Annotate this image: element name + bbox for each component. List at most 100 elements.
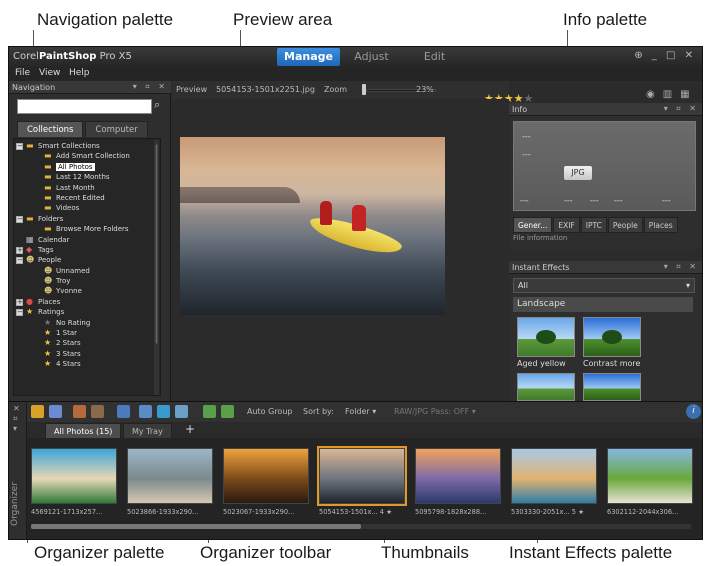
thumbnail[interactable] [511, 448, 597, 504]
collapse-icon[interactable]: − [16, 143, 23, 150]
rotate-left-icon[interactable] [203, 405, 216, 418]
tab-iptc[interactable]: IPTC [580, 217, 607, 233]
collection-icon: ▬ [44, 161, 52, 171]
person-icon[interactable] [117, 405, 130, 418]
tab-collections[interactable]: Collections [17, 121, 84, 137]
organizer-panel-controls[interactable]: ✕ ⌗ ▾ [13, 404, 20, 434]
collection-icon: ▬ [44, 192, 52, 202]
tree-item[interactable]: − ▬ Folders [14, 214, 160, 225]
thumbnail[interactable] [607, 448, 693, 504]
preview-label: Preview [176, 85, 208, 94]
organizer-side-bar[interactable]: ✕ ⌗ ▾ Organizer [9, 402, 27, 539]
tab-manage[interactable]: Manage [277, 48, 340, 66]
tab-all-photos[interactable]: All Photos (15) [45, 423, 122, 438]
tree-item[interactable]: ▬ Videos [14, 204, 160, 214]
effects-panel-controls[interactable]: ▾ ⌗ ✕ [664, 262, 699, 272]
effect-contrast-more[interactable] [583, 317, 641, 357]
tree-item[interactable]: ☻ Unnamed [14, 266, 160, 277]
tree-item[interactable]: ★ 4 Stars [14, 360, 160, 370]
tree-item-label: No Rating [56, 318, 91, 327]
effect-thumb-4[interactable] [583, 373, 641, 401]
tree-item-label: All Photos [56, 162, 95, 171]
collapse-icon[interactable]: − [16, 215, 23, 223]
tree-item[interactable]: ▬ Add Smart Collection [14, 152, 160, 162]
effect-thumb-3[interactable] [517, 373, 575, 401]
list-view-icon[interactable] [49, 405, 62, 418]
title-bar: CorelPaintShop Pro X5 Manage Adjust Edit… [9, 47, 702, 67]
thumbnail[interactable] [223, 448, 309, 504]
tab-general[interactable]: Gener... [513, 217, 553, 233]
brush-icon[interactable] [73, 405, 86, 418]
tree-item[interactable]: ★ 3 Stars [14, 349, 160, 360]
effect-aged-yellow[interactable] [517, 317, 575, 357]
tree-item[interactable]: + ● Places [14, 297, 160, 308]
thumbnail[interactable] [31, 448, 117, 504]
batch-icon[interactable] [139, 405, 152, 418]
tree-item[interactable]: ▬ Recent Edited [14, 192, 160, 204]
menu-view[interactable]: View [39, 68, 60, 78]
tree-item[interactable]: − ☻ People [14, 256, 160, 266]
navigation-panel-controls[interactable]: ▾ ⌗ ✕ [133, 82, 168, 92]
tab-exif[interactable]: EXIF [553, 217, 580, 233]
tab-computer[interactable]: Computer [85, 121, 148, 137]
tree-item[interactable]: ▬ Last 12 Months [14, 173, 160, 183]
callout-preview-area: Preview area [233, 10, 333, 29]
tree-item-label: Yvonne [56, 287, 82, 296]
retouch-icon[interactable] [91, 405, 104, 418]
thumbnail[interactable] [127, 448, 213, 504]
print-icon[interactable] [175, 405, 188, 418]
tree-item[interactable]: ★ 1 Star [14, 329, 160, 339]
expand-icon[interactable]: + [16, 298, 23, 306]
navigation-search-input[interactable] [17, 99, 152, 114]
tree-item[interactable]: ★ No Rating [14, 318, 160, 329]
effects-category-select[interactable]: All ▾ [513, 278, 695, 293]
tree-item[interactable]: ★ 2 Stars [14, 339, 160, 349]
info-button[interactable]: i [686, 404, 701, 419]
star-icon: ★ [44, 338, 52, 348]
tree-item[interactable]: ▦ Calendar [14, 235, 160, 246]
collection-icon: ▬ [44, 203, 52, 213]
info-tabs: Gener... EXIF IPTC People Places [513, 217, 679, 233]
zoom-label: Zoom [324, 85, 348, 94]
auto-group-button[interactable]: Auto Group [247, 407, 292, 416]
thumbnail-caption: 4569121-1713x257... [31, 508, 103, 516]
thumbnail[interactable] [415, 448, 501, 504]
tree-item[interactable]: ☻ Yvonne [14, 287, 160, 297]
expand-icon[interactable]: + [16, 246, 23, 254]
collapse-icon[interactable]: − [16, 257, 23, 265]
search-icon[interactable]: ⌕ [154, 98, 160, 112]
tree-item[interactable]: − ▬ Smart Collections [14, 142, 160, 152]
sort-by-select[interactable]: Folder ▾ [345, 407, 376, 416]
tree-item[interactable]: ▬ All Photos [14, 161, 160, 173]
view-mode-icons[interactable]: ◉▥▦ [646, 89, 698, 100]
rotate-right-icon[interactable] [221, 405, 234, 418]
tab-my-tray[interactable]: My Tray [123, 423, 172, 438]
callout-organizer-palette: Organizer palette [34, 543, 165, 562]
tree-item[interactable]: − ★ Ratings [14, 308, 160, 318]
chevron-down-icon: ▾ [372, 407, 377, 416]
tab-people[interactable]: People [607, 217, 643, 233]
tree-item-label: Folders [38, 214, 64, 223]
folder-icon: ▬ [44, 224, 52, 234]
tab-places[interactable]: Places [643, 217, 678, 233]
thumbnail-scrollbar[interactable] [31, 524, 691, 529]
window-controls[interactable]: ⊕ _ □ ✕ [634, 50, 696, 61]
menu-help[interactable]: Help [69, 68, 90, 78]
tag-icon[interactable] [31, 405, 44, 418]
thumbnail[interactable] [317, 446, 407, 506]
raw-jpg-pass-select[interactable]: RAW/JPG Pass: OFF ▾ [394, 407, 476, 416]
collapse-icon[interactable]: − [16, 309, 23, 317]
tab-edit[interactable]: Edit [403, 48, 466, 66]
menu-file[interactable]: File [15, 68, 30, 78]
tab-adjust[interactable]: Adjust [340, 48, 403, 66]
thumbnail-scrollbar-thumb[interactable] [31, 524, 361, 529]
info-panel-controls[interactable]: ▾ ⌗ ✕ [664, 104, 699, 114]
tree-item[interactable]: + ◆ Tags [14, 245, 160, 256]
zoom-slider-thumb[interactable] [362, 84, 366, 95]
tree-item[interactable]: ▬ Browse More Folders [14, 225, 160, 235]
share-icon[interactable] [157, 405, 170, 418]
tree-item[interactable]: ▬ Last Month [14, 183, 160, 194]
add-tab-button[interactable]: + [185, 422, 195, 436]
tree-item-label: People [38, 256, 62, 265]
tree-item[interactable]: ☻ Troy [14, 277, 160, 287]
